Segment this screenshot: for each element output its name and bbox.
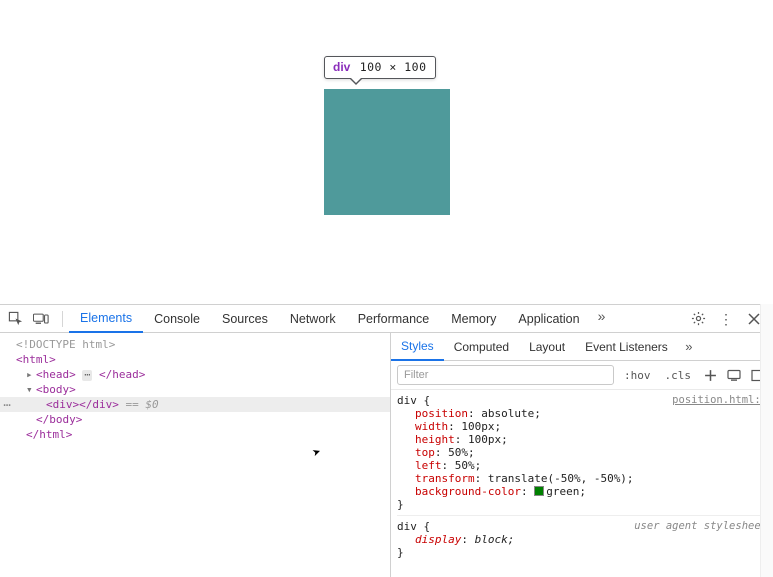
sub-tab-layout[interactable]: Layout	[519, 333, 575, 360]
sub-tab-styles[interactable]: Styles	[391, 334, 444, 361]
dom-body-close[interactable]: </body>	[36, 413, 82, 426]
css-declaration[interactable]: background-color: green;	[397, 485, 767, 498]
more-tabs-icon[interactable]: »	[591, 305, 613, 327]
rule-origin-link[interactable]: position.html:9	[672, 394, 767, 406]
css-rule[interactable]: div {position.html:9position: absolute;w…	[397, 392, 767, 516]
device-preview-icon[interactable]	[725, 366, 743, 384]
device-toggle-icon[interactable]	[30, 308, 52, 330]
dom-body-open[interactable]: <body>	[36, 383, 76, 396]
tab-memory[interactable]: Memory	[440, 305, 507, 332]
dom-div[interactable]: <div></div>	[46, 398, 119, 411]
devtools-panel: Elements Console Sources Network Perform…	[0, 304, 773, 577]
disclosure-triangle-icon[interactable]: ▾	[26, 383, 36, 396]
dom-html-open[interactable]: <html>	[16, 353, 56, 366]
sub-tab-event-listeners[interactable]: Event Listeners	[575, 333, 678, 360]
tab-performance[interactable]: Performance	[347, 305, 441, 332]
tab-elements[interactable]: Elements	[69, 305, 143, 333]
css-rule[interactable]: div {user agent stylesheetdisplay: block…	[397, 518, 767, 563]
styles-panel: Styles Computed Layout Event Listeners »…	[391, 333, 773, 577]
tab-application[interactable]: Application	[507, 305, 590, 332]
dom-doctype[interactable]: <!DOCTYPE html>	[16, 338, 115, 351]
rule-origin-ua: user agent stylesheet	[634, 520, 767, 532]
styles-filter-row: :hov .cls	[391, 361, 773, 390]
styles-sub-tabs: Styles Computed Layout Event Listeners »	[391, 333, 773, 361]
tooltip-tag: div	[333, 60, 356, 74]
dom-selected-row[interactable]: <div></div> == $0	[0, 397, 390, 412]
css-declaration[interactable]: height: 100px;	[397, 433, 767, 446]
css-rule-close-brace: }	[397, 546, 767, 559]
styles-filter-input[interactable]	[397, 365, 614, 385]
dom-head-close[interactable]: </head>	[99, 368, 145, 381]
devtools-tabs: Elements Console Sources Network Perform…	[69, 305, 687, 332]
css-declaration[interactable]: position: absolute;	[397, 407, 767, 420]
elements-dom-tree[interactable]: <!DOCTYPE html> <html> ▸<head> ⋯ </head>…	[0, 333, 391, 577]
inspected-element-box[interactable]	[324, 89, 450, 215]
css-selector-line[interactable]: div {position.html:9	[397, 394, 767, 407]
css-declaration[interactable]: display: block;	[397, 533, 767, 546]
css-rule-close-brace: }	[397, 498, 767, 511]
ellipsis-icon[interactable]: ⋯	[82, 370, 92, 381]
close-devtools-icon[interactable]	[743, 308, 765, 330]
dom-selection-marker: == $0	[119, 398, 159, 411]
inspect-tooltip: div 100 × 100	[324, 56, 436, 79]
tab-sources[interactable]: Sources	[211, 305, 279, 332]
css-declaration[interactable]: top: 50%;	[397, 446, 767, 459]
tab-network[interactable]: Network	[279, 305, 347, 332]
sub-tab-computed[interactable]: Computed	[444, 333, 519, 360]
toggle-sidebar-icon[interactable]	[749, 366, 767, 384]
css-declaration[interactable]: width: 100px;	[397, 420, 767, 433]
hov-toggle[interactable]: :hov	[620, 368, 655, 383]
css-declaration[interactable]: transform: translate(-50%, -50%);	[397, 472, 767, 485]
settings-gear-icon[interactable]	[687, 308, 709, 330]
kebab-menu-icon[interactable]: ⋮	[715, 308, 737, 330]
mouse-cursor-icon: ➤	[311, 444, 324, 462]
toolbar-separator	[62, 311, 63, 327]
tab-console[interactable]: Console	[143, 305, 211, 332]
dom-html-close[interactable]: </html>	[26, 428, 72, 441]
new-rule-plus-icon[interactable]	[701, 366, 719, 384]
cls-toggle[interactable]: .cls	[661, 368, 696, 383]
dom-head-open[interactable]: <head>	[36, 368, 76, 381]
devtools-toolbar: Elements Console Sources Network Perform…	[0, 305, 773, 333]
color-swatch-icon[interactable]	[534, 486, 544, 496]
more-sub-tabs-icon[interactable]: »	[678, 336, 700, 358]
css-declaration[interactable]: left: 50%;	[397, 459, 767, 472]
css-selector-line[interactable]: div {user agent stylesheet	[397, 520, 767, 533]
css-rules-list[interactable]: div {position.html:9position: absolute;w…	[391, 390, 773, 577]
disclosure-triangle-icon[interactable]: ▸	[26, 368, 36, 381]
tooltip-dimensions: 100 × 100	[360, 60, 427, 74]
page-viewport: div 100 × 100	[0, 0, 773, 304]
inspect-icon[interactable]	[4, 308, 26, 330]
